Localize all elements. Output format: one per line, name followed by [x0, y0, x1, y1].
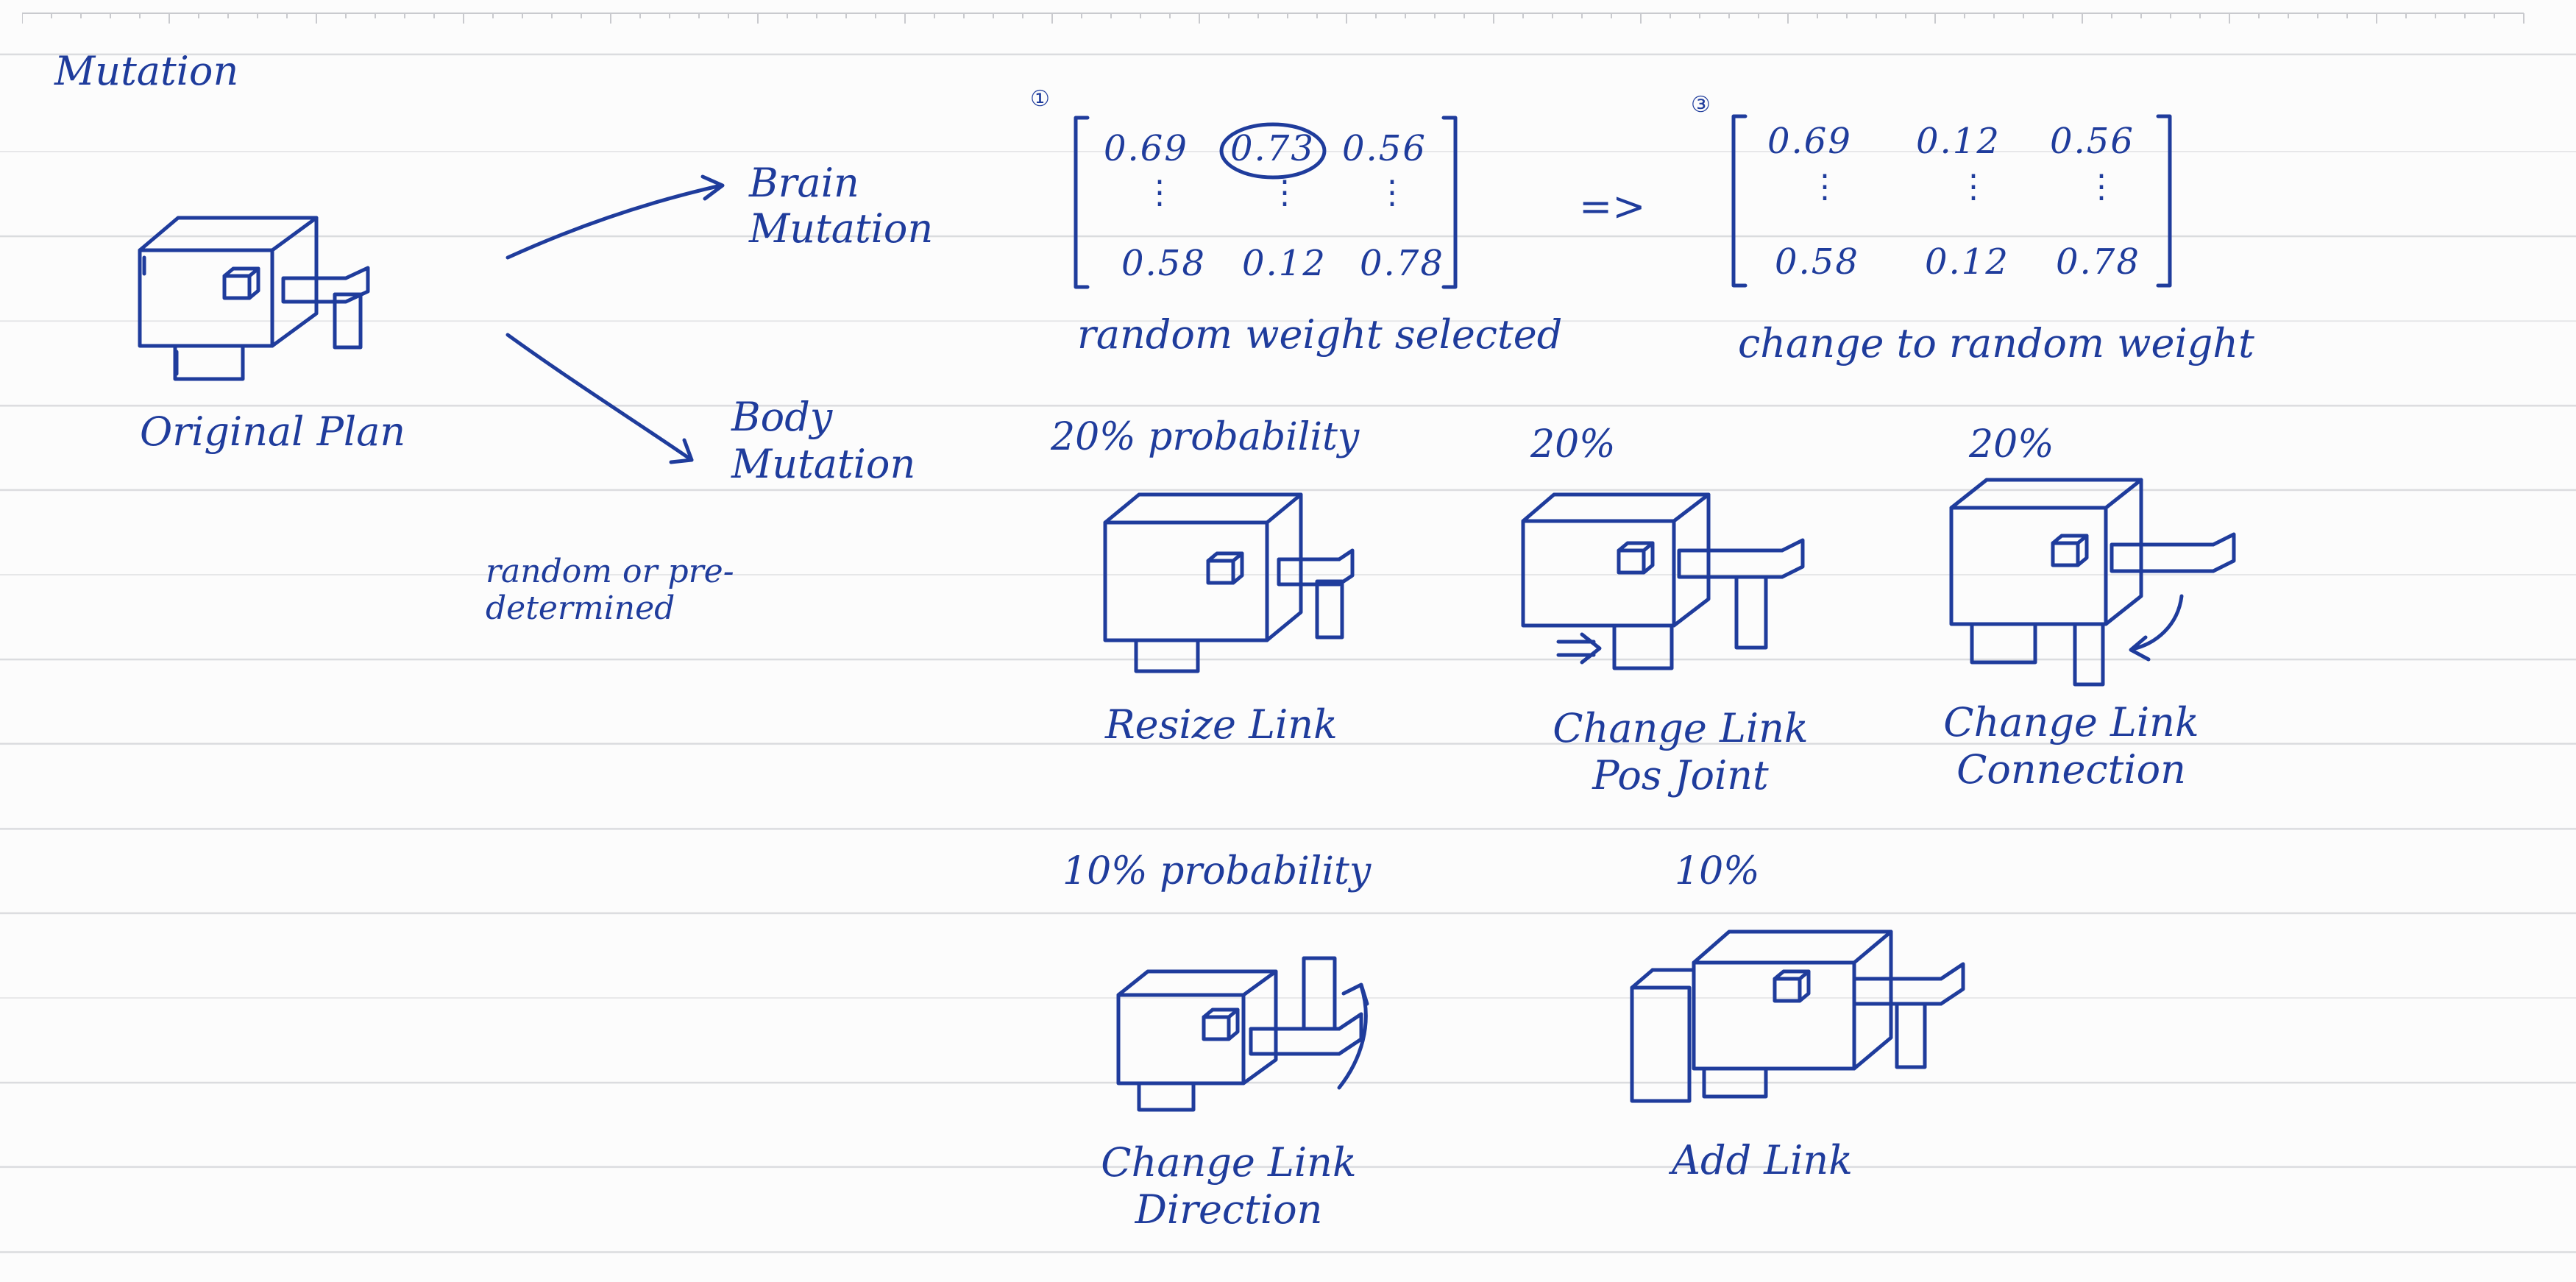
matrix1-cell-r1c2: 0.73: [1230, 128, 1315, 169]
matrix3-cell-r2c1: 0.58: [1775, 241, 1859, 283]
matrix1-vdots-c1: ⋮: [1143, 174, 1176, 211]
step1-caption: random weight selected: [1077, 311, 1563, 358]
matrix1-vdots-c2: ⋮: [1269, 174, 1301, 211]
change-link-connection-label: Change Link Connection: [1943, 699, 2199, 793]
brain-mutation-label: Brain Mutation: [749, 160, 934, 252]
resize-link-sketch: [1103, 492, 1355, 673]
change-link-pos-joint-sketch: [1521, 492, 1805, 670]
add-link-label: Add Link: [1672, 1137, 1853, 1183]
body-mutation-label: Body Mutation: [731, 394, 916, 487]
page-title: Mutation: [54, 48, 239, 94]
matrix1-cell-r2c3: 0.78: [1360, 243, 1444, 284]
implies-arrow: =>: [1579, 183, 1646, 230]
change-link-direction-probability: 10% probability: [1062, 849, 1372, 893]
notebook-page: Mutation Original Plan Brain Mutation Bo…: [0, 0, 2576, 1282]
matrix1-cell-r2c2: 0.12: [1242, 243, 1327, 284]
selection-note: random or pre-determined: [486, 553, 734, 627]
matrix1-cell-r2c1: 0.58: [1121, 243, 1206, 284]
change-link-pos-joint-label: Change Link Pos Joint: [1553, 705, 1809, 798]
change-link-direction-sketch: [1116, 956, 1369, 1112]
add-link-probability: 10%: [1675, 849, 1760, 893]
matrix3-cell-r1c2: 0.12: [1916, 121, 2001, 162]
add-link-sketch: [1630, 929, 1965, 1103]
step3-caption: change to random weight: [1738, 320, 2254, 366]
step3-marker: ③: [1691, 92, 1711, 118]
change-link-direction-label: Change Link Direction: [1101, 1139, 1357, 1233]
matrix3-cell-r2c2: 0.12: [1925, 241, 2009, 283]
matrix1-cell-r1c3: 0.56: [1342, 128, 1427, 169]
original-plan-label: Original Plan: [140, 408, 406, 455]
matrix1-cell-r1c1: 0.69: [1104, 128, 1188, 169]
matrix3-cell-r1c3: 0.56: [2050, 121, 2135, 162]
original-robot-sketch: [138, 216, 370, 381]
matrix3-cell-r2c3: 0.78: [2056, 241, 2140, 283]
matrix3-cell-r1c1: 0.69: [1767, 121, 1852, 162]
matrix3-vdots-c2: ⋮: [1957, 168, 1990, 205]
matrix3-vdots-c3: ⋮: [2085, 168, 2118, 205]
branch-arrows: [505, 174, 725, 464]
step1-marker: ①: [1030, 86, 1050, 112]
change-link-connection-probability: 20%: [1969, 422, 2054, 467]
resize-link-label: Resize Link: [1105, 701, 1338, 748]
change-link-connection-sketch: [1949, 478, 2236, 687]
matrix1-vdots-c3: ⋮: [1376, 174, 1408, 211]
change-link-pos-joint-probability: 20%: [1530, 422, 1616, 467]
resize-link-probability: 20% probability: [1051, 415, 1360, 459]
matrix3-vdots-c1: ⋮: [1809, 168, 1841, 205]
